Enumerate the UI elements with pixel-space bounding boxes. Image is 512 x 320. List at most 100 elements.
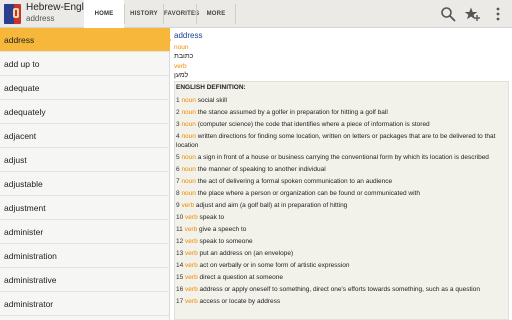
definition-pos: verb	[185, 286, 198, 293]
definition-text: put an address on (an envelope)	[199, 250, 294, 257]
definition-number: 4	[176, 133, 180, 140]
definition-text: speak to	[199, 214, 225, 221]
definition-item: 1 noun social skill	[176, 96, 506, 105]
definition-text: adjust and aim (a golf ball) at in prepa…	[195, 202, 348, 209]
definition-heading: ENGLISH DEFINITION:	[176, 84, 246, 91]
list-item[interactable]: adjust	[0, 148, 170, 172]
definition-number: 17	[176, 298, 184, 305]
definition-item: 8 noun the place where a person or organ…	[176, 189, 506, 198]
definition-text: address or apply oneself to something, d…	[199, 286, 480, 293]
definition-pos: verb	[185, 298, 198, 305]
definition-pos: verb	[181, 202, 195, 209]
definition-pos: verb	[185, 250, 198, 257]
definition-item: 6 noun the manner of speaking to another…	[176, 165, 506, 174]
definition-pos: verb	[185, 238, 198, 245]
definition-text: written directions for finding some loca…	[176, 133, 496, 149]
tab-more[interactable]: MORE	[197, 0, 235, 28]
list-item[interactable]: administrator	[0, 292, 170, 316]
definition-number: 6	[176, 166, 180, 173]
part-of-speech: verb	[174, 63, 187, 70]
definition-number: 7	[176, 178, 180, 185]
definition-number: 1	[176, 97, 180, 104]
word-list: address add up to adequate adequately ad…	[0, 28, 170, 320]
star-add-icon[interactable]	[464, 6, 480, 22]
definition-pos: verb	[185, 262, 198, 269]
definition-number: 11	[176, 226, 183, 233]
definition-number: 15	[176, 274, 184, 281]
list-item[interactable]: administrative	[0, 268, 170, 292]
definition-pos: noun	[181, 154, 196, 161]
definition-item: 7 noun the act of delivering a formal sp…	[176, 177, 506, 186]
definition-item: 5 noun a sign in front of a house or bus…	[176, 153, 506, 162]
definition-item: 11 verb give a speech to	[176, 225, 506, 234]
definition-number: 3	[176, 121, 180, 128]
search-icon[interactable]	[440, 6, 456, 22]
list-item[interactable]: administer	[0, 220, 170, 244]
definition-number: 2	[176, 109, 180, 116]
definition-pos: verb	[185, 214, 198, 221]
definition-number: 5	[176, 154, 180, 161]
definition-text: access or locate by address	[199, 298, 281, 305]
definition-item: 17 verb access or locate by address	[176, 297, 506, 306]
definition-text: act on verbally or in some form of artis…	[199, 262, 350, 269]
list-item[interactable]: adjustment	[0, 196, 170, 220]
definition-number: 14	[176, 262, 184, 269]
definition-item: 9 verb adjust and aim (a golf ball) at i…	[176, 201, 506, 210]
definition-pos: noun	[181, 190, 196, 197]
list-item-selected[interactable]: address	[0, 28, 170, 52]
definition-item: 2 noun the stance assumed by a golfer in…	[176, 108, 506, 117]
definition-number: 13	[176, 250, 184, 257]
tab-divider	[235, 4, 236, 24]
list-item[interactable]: add up to	[0, 52, 170, 76]
tab-home[interactable]: HOME	[84, 0, 124, 28]
selection-pointer	[164, 28, 171, 52]
definition-pos: verb	[184, 226, 198, 233]
definition-item: 10 verb speak to	[176, 213, 506, 222]
tab-history[interactable]: HISTORY	[125, 0, 163, 28]
definition-text: (computer science) the code that identif…	[197, 121, 430, 128]
definition-text: the act of delivering a formal spoken co…	[197, 178, 393, 185]
entry-headword: address	[174, 31, 203, 40]
definition-pos: noun	[181, 109, 196, 116]
definition-number: 8	[176, 190, 180, 197]
definition-pane: address noun כתובת verb למען ENGLISH DEF…	[172, 28, 512, 320]
app-subtitle: address	[26, 14, 55, 23]
list-item[interactable]: adequate	[0, 76, 170, 100]
definition-pos: noun	[181, 166, 196, 173]
definition-item: 12 verb speak to someone	[176, 237, 506, 246]
definition-pos: noun	[181, 133, 196, 140]
definition-number: 10	[176, 214, 184, 221]
list-item[interactable]: adjacent	[0, 124, 170, 148]
definition-item: 4 noun written directions for finding so…	[176, 132, 506, 150]
action-bar: Hebrew-English address HOME HISTORY FAVO…	[0, 0, 512, 28]
definition-item: 13 verb put an address on (an envelope)	[176, 249, 506, 258]
definition-number: 16	[176, 286, 184, 293]
english-definition-box: ENGLISH DEFINITION: 1 noun social skill …	[174, 81, 509, 320]
definition-text: the place where a person or organization…	[197, 190, 420, 197]
hebrew-translation: כתובת	[174, 53, 194, 60]
definition-item: 16 verb address or apply oneself to some…	[176, 285, 506, 294]
overflow-menu-icon[interactable]	[490, 6, 506, 22]
definition-pos: noun	[181, 178, 196, 185]
definition-text: speak to someone	[199, 238, 253, 245]
list-item[interactable]: adjustable	[0, 172, 170, 196]
tab-favorites[interactable]: FAVORITES	[164, 0, 199, 28]
definition-item: 15 verb direct a question at someone	[176, 273, 506, 282]
definition-text: direct a question at someone	[199, 274, 283, 281]
hebrew-translation: למען	[174, 72, 189, 79]
definition-pos: noun	[181, 121, 196, 128]
definition-text: the stance assumed by a golfer in prepar…	[197, 109, 388, 116]
part-of-speech: noun	[174, 44, 189, 51]
definition-item: 3 noun (computer science) the code that …	[176, 120, 506, 129]
list-item[interactable]: adequately	[0, 100, 170, 124]
definition-item: 14 verb act on verbally or in some form …	[176, 261, 506, 270]
definition-number: 12	[176, 238, 184, 245]
definition-pos: verb	[185, 274, 198, 281]
definition-text: a sign in front of a house or business c…	[197, 154, 489, 161]
definition-pos: noun	[181, 97, 196, 104]
definition-number: 9	[176, 202, 180, 209]
definition-text: social skill	[197, 97, 227, 104]
app-logo-icon[interactable]	[3, 3, 22, 25]
list-item[interactable]: administration	[0, 244, 170, 268]
definition-text: give a speech to	[199, 226, 247, 233]
